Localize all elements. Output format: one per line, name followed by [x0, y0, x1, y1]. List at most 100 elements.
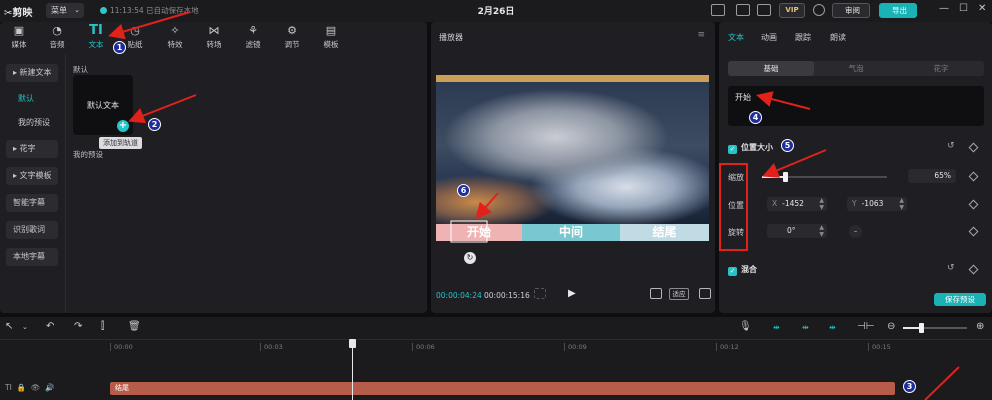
playhead[interactable] — [352, 339, 353, 400]
chevron-down-icon[interactable]: ⌄ — [22, 323, 28, 331]
linkage-icon[interactable]: ⇹ — [829, 323, 836, 332]
eye-icon[interactable]: 👁 — [31, 383, 41, 392]
tab-text[interactable]: TI 文本 — [81, 24, 111, 50]
redo-icon[interactable]: ↷ — [74, 321, 82, 332]
stepper-icon[interactable]: ▲ ▼ — [819, 197, 824, 211]
sidebar-item-my-presets[interactable]: 我的预设 — [6, 114, 58, 132]
save-preset-button[interactable]: 保存预设 — [934, 293, 986, 306]
text-clip[interactable]: 结尾 — [110, 382, 895, 395]
tab-template[interactable]: ▤ 模板 — [316, 24, 346, 50]
fit-ratio-button[interactable]: 适应 — [669, 288, 689, 300]
lock-icon[interactable]: 🔒 — [17, 383, 26, 392]
reset-icon[interactable]: ↺ — [947, 141, 955, 151]
select-cursor-icon[interactable]: ↖ — [5, 321, 13, 332]
tab-media[interactable]: ▣ 媒体 — [4, 24, 34, 50]
scale-value-input[interactable]: 65% — [908, 169, 956, 183]
video-top-strip — [436, 75, 709, 82]
scale-slider-knob[interactable] — [782, 172, 788, 182]
tab-text-inspector[interactable]: 文本 — [728, 32, 744, 43]
split-icon[interactable]: ⫿ — [101, 321, 104, 332]
tab-tracking[interactable]: 跟踪 — [795, 32, 811, 43]
subtab-basic[interactable]: 基础 — [728, 61, 814, 76]
blend-keyframe-icon[interactable] — [968, 264, 979, 275]
sidebar-item-new-text[interactable]: ▸ 新建文本 — [6, 64, 58, 82]
minimize-icon[interactable]: — — [939, 3, 949, 14]
sidebar-item-lyrics[interactable]: 识别歌词 — [6, 221, 58, 239]
subtitle-segment-start[interactable]: 开始 — [436, 224, 522, 241]
tab-read-aloud[interactable]: 朗读 — [830, 32, 846, 43]
tab-audio[interactable]: ◔ 音频 — [42, 24, 72, 50]
zoom-slider[interactable] — [903, 323, 967, 333]
screen-icon[interactable] — [757, 4, 771, 16]
app-logo: ✂剪映 — [4, 8, 33, 19]
hamburger-icon[interactable]: ≡ — [697, 30, 705, 40]
rotate-input[interactable]: 0° ▲ ▼ — [767, 224, 827, 238]
rotate-keyframe-icon[interactable] — [968, 226, 979, 237]
position-size-toggle[interactable]: ✓ 位置大小 — [728, 142, 773, 154]
resource-panel: ▣ 媒体 ◔ 音频 TI 文本 ◷ 贴纸 ✧ 特效 ⋈ 转场 ⚘ 滤镜 ⚙ 调节 ▤ 模板 ▸ 新… — [0, 22, 427, 313]
crop-icon[interactable] — [650, 288, 662, 299]
title-bar: ✂剪映 菜单 ⌄ 11:13:54 已自动保存本地 2月26日 VIP 审阅 导出… — [0, 0, 992, 22]
keyframe-icon[interactable] — [968, 142, 979, 153]
text-content-input[interactable]: 开始 — [728, 86, 984, 126]
timeline-divider — [0, 339, 992, 340]
position-x-input[interactable]: X -1452 ▲ ▼ — [767, 197, 827, 211]
scale-slider[interactable] — [762, 172, 887, 182]
video-preview[interactable]: 开始 中间 结尾 — [436, 75, 709, 241]
cloud-status-icon — [100, 7, 107, 14]
position-keyframe-icon[interactable] — [968, 199, 979, 210]
sidebar-item-local-captions[interactable]: 本地字幕 — [6, 248, 58, 266]
timeline-grid-icon[interactable] — [534, 288, 546, 299]
tab-audio-label: 音频 — [49, 40, 65, 49]
preview-axis-icon[interactable]: ⊣⊢ — [857, 321, 874, 332]
stepper-icon[interactable]: ▲ ▼ — [899, 197, 904, 211]
rotate-handle-icon[interactable]: ↻ — [464, 252, 476, 264]
rotate-dial-icon[interactable]: – — [849, 225, 862, 238]
sidebar-item-auto-captions[interactable]: 智能字幕 — [6, 194, 58, 212]
tab-filter[interactable]: ⚘ 滤镜 — [238, 24, 268, 50]
highlight-box-transform — [719, 163, 748, 251]
play-icon[interactable]: ▶ — [568, 288, 576, 299]
player-title: 播放器 — [439, 33, 463, 42]
keyboard-icon[interactable] — [736, 4, 750, 16]
sidebar-item-default[interactable]: 默认 — [6, 90, 58, 108]
menu-button[interactable]: 菜单 ⌄ — [46, 3, 84, 18]
sidebar-item-text-template[interactable]: ▸ 文字模板 — [6, 167, 58, 185]
text-content-area: 默认 默认文本 + 添加到轨道 我的预设 — [67, 54, 427, 313]
vip-button[interactable]: VIP — [779, 3, 805, 18]
stepper-icon[interactable]: ▲ ▼ — [819, 224, 824, 238]
subtab-fancy[interactable]: 花字 — [898, 61, 984, 76]
account-icon[interactable] — [813, 4, 825, 16]
subtab-bubble[interactable]: 气泡 — [813, 61, 899, 76]
scale-keyframe-icon[interactable] — [968, 171, 979, 182]
zoom-out-icon[interactable]: ⊖ — [887, 321, 895, 332]
tab-transition[interactable]: ⋈ 转场 — [199, 24, 229, 50]
tab-adjust[interactable]: ⚙ 调节 — [277, 24, 307, 50]
review-button[interactable]: 审阅 — [832, 3, 870, 18]
tab-animation[interactable]: 动画 — [761, 32, 777, 43]
speaker-icon[interactable]: 🔊 — [45, 383, 54, 392]
project-title: 2月26日 — [477, 7, 515, 17]
add-to-track-button[interactable]: + — [117, 120, 129, 132]
sidebar-item-fancy-text[interactable]: ▸ 花字 — [6, 140, 58, 158]
x-prefix: X — [772, 199, 778, 208]
layout-icon[interactable] — [711, 4, 725, 16]
delete-icon[interactable]: 🗑 — [128, 321, 141, 332]
zoom-slider-knob[interactable] — [919, 323, 924, 333]
link-main-track-icon[interactable]: ⇹ — [773, 323, 780, 332]
fullscreen-icon[interactable] — [699, 288, 711, 299]
magnet-snap-icon[interactable]: ⇹ — [802, 323, 809, 332]
microphone-icon[interactable]: 🎙 — [739, 321, 752, 332]
reset-icon[interactable]: ↺ — [947, 263, 955, 273]
step-badge-5: 5 — [781, 139, 794, 152]
tab-effects[interactable]: ✧ 特效 — [160, 24, 190, 50]
maximize-icon[interactable]: ☐ — [959, 3, 968, 14]
export-button[interactable]: 导出 — [879, 3, 917, 18]
blend-toggle[interactable]: ✓ 混合 — [728, 264, 757, 276]
text-track-icon: TI — [5, 383, 12, 392]
menu-label: 菜单 — [51, 6, 67, 15]
close-icon[interactable]: ✕ — [978, 3, 986, 14]
undo-icon[interactable]: ↶ — [46, 321, 54, 332]
position-y-input[interactable]: Y -1063 ▲ ▼ — [847, 197, 907, 211]
zoom-in-icon[interactable]: ⊕ — [976, 321, 984, 332]
